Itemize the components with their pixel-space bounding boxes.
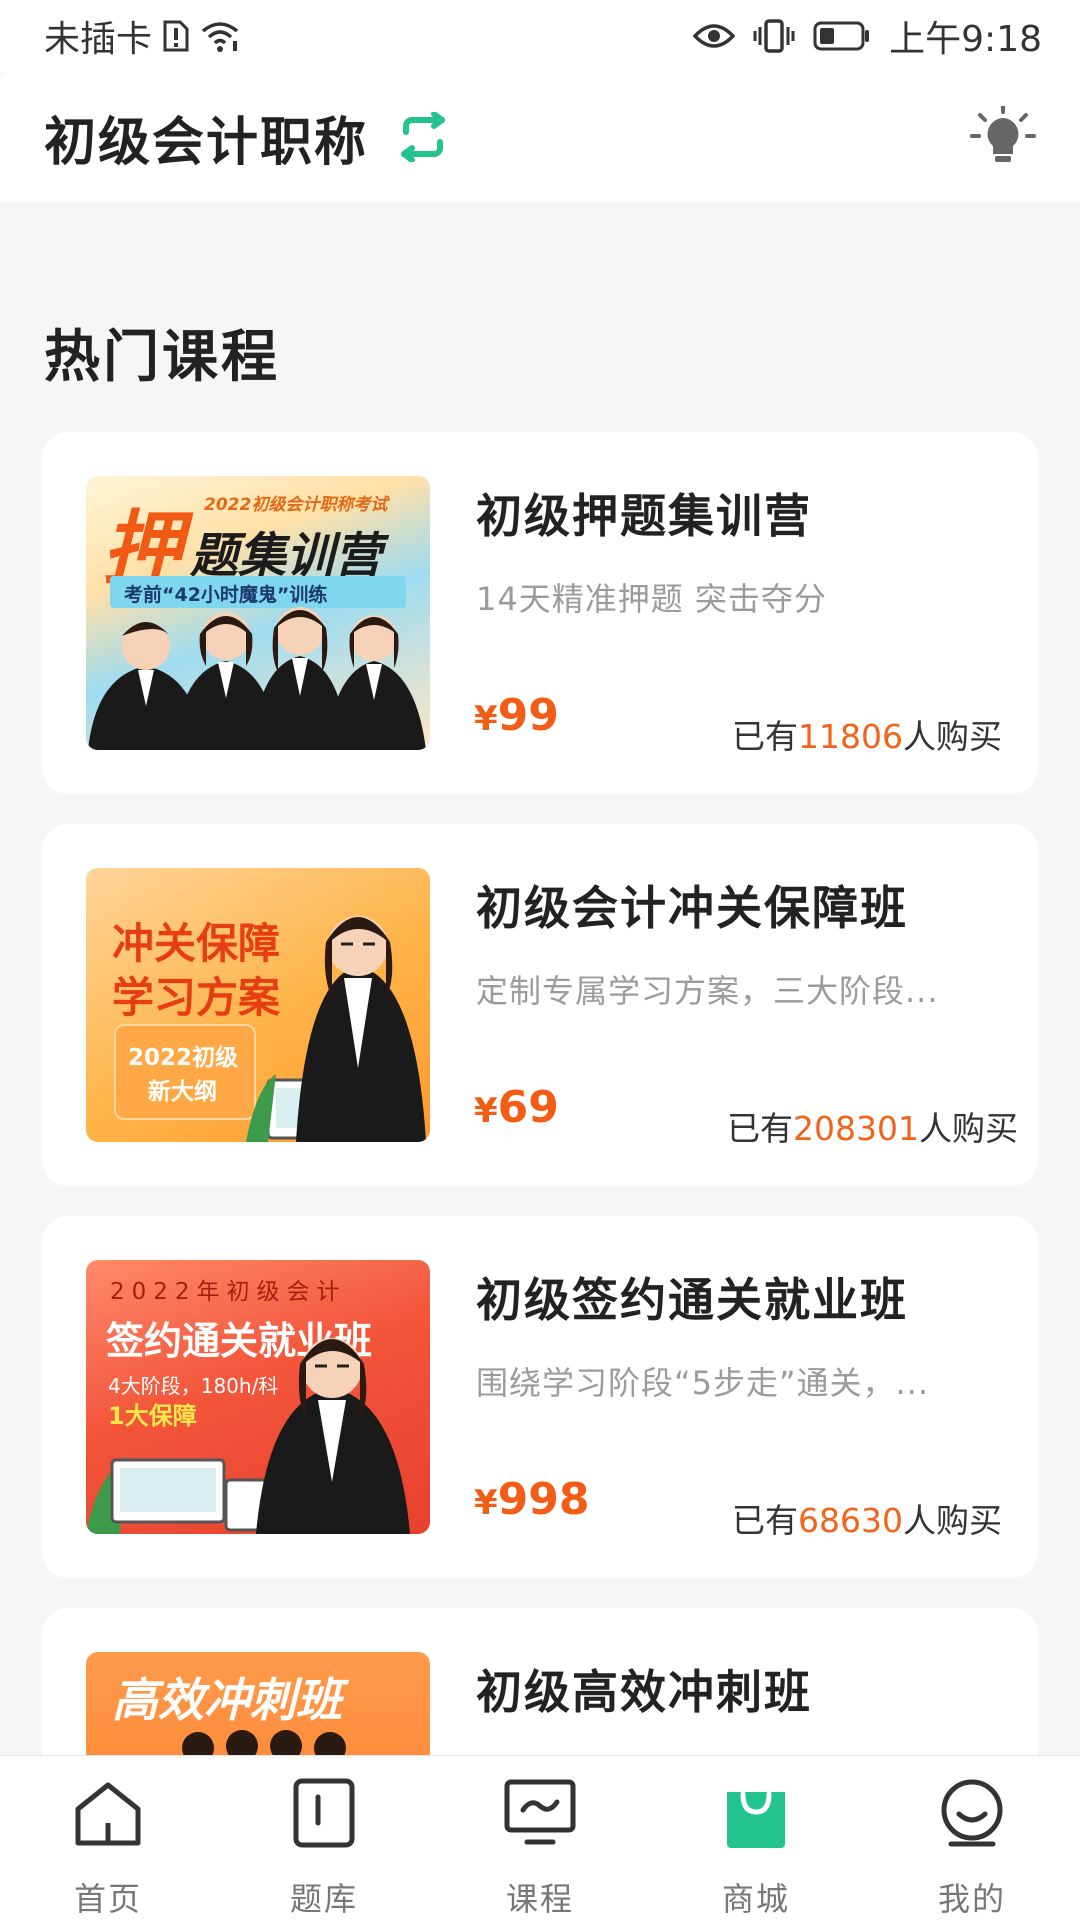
- switch-icon[interactable]: [396, 110, 450, 164]
- price-value: 998: [497, 1474, 590, 1525]
- carrier-label: 未插卡: [44, 19, 153, 60]
- course-thumbnail: 2022初级会计职称考试 押 题集训营 考前“42小时魔鬼”训练: [86, 476, 430, 750]
- sales-prefix: 已有: [732, 1501, 799, 1540]
- course-thumbnail: 2022年初级会计 签约通关就业班 4大阶段，180h/科 1大保障: [86, 1260, 430, 1534]
- course-subtitle: 14天精准押题 突击夺分: [476, 580, 827, 618]
- presenters-illustration: [88, 607, 426, 750]
- tab-courses[interactable]: 课程: [432, 1756, 648, 1920]
- bottom-tab-bar: 首页 题库 课程 商城 我的: [0, 1755, 1080, 1920]
- question-bank-icon: [286, 1776, 362, 1850]
- app-header: 初级会计职称: [0, 72, 1080, 202]
- wifi-icon: [200, 19, 240, 53]
- presenter-illustration: [246, 916, 426, 1142]
- page-title[interactable]: 初级会计职称: [44, 100, 368, 175]
- course-title[interactable]: 初级会计冲关保障班: [476, 872, 908, 938]
- battery-icon: [813, 21, 871, 51]
- course-title[interactable]: 初级高效冲刺班: [476, 1656, 812, 1722]
- course-price: ¥998: [474, 1474, 590, 1525]
- sales-number: 68630: [798, 1501, 903, 1540]
- sales-count: 已有11806人购买: [732, 710, 1002, 758]
- sales-count: 已有208301人购买: [727, 1102, 1018, 1150]
- currency-symbol: ¥: [474, 1091, 498, 1131]
- tab-label: 我的: [937, 1880, 1006, 1918]
- sim-alert-icon: [162, 19, 190, 53]
- lightbulb-icon[interactable]: [970, 104, 1036, 170]
- sales-suffix: 人购买: [919, 1109, 1018, 1148]
- tab-label: 商城: [721, 1880, 790, 1918]
- presenter-illustration: [86, 1338, 410, 1534]
- status-right: 上午9:18: [693, 10, 1042, 62]
- course-title[interactable]: 初级押题集训营: [476, 480, 812, 546]
- course-price: ¥69: [474, 1082, 559, 1133]
- section-title: 热门课程: [44, 325, 280, 390]
- sales-prefix: 已有: [732, 717, 799, 756]
- sales-number: 208301: [793, 1109, 919, 1148]
- course-title[interactable]: 初级签约通关就业班: [476, 1264, 908, 1330]
- course-thumbnail: 高效冲刺班: [86, 1652, 430, 1755]
- course-card[interactable]: 2022年初级会计 签约通关就业班 4大阶段，180h/科 1大保障 初级签约通…: [42, 1216, 1038, 1578]
- vibrate-icon: [753, 19, 795, 53]
- presenters-illustration: [182, 1730, 346, 1755]
- course-card[interactable]: 冲关保障 学习方案 2022初级 新大纲 初级会计冲关保障班 定制专属学习方案，…: [42, 824, 1038, 1186]
- sales-suffix: 人购买: [903, 1501, 1002, 1540]
- currency-symbol: ¥: [474, 1483, 498, 1523]
- shopping-bag-icon: [718, 1776, 794, 1850]
- home-icon: [70, 1776, 146, 1850]
- currency-symbol: ¥: [474, 699, 498, 739]
- tab-question-bank[interactable]: 题库: [216, 1756, 432, 1920]
- tab-label: 课程: [505, 1880, 574, 1918]
- course-thumbnail: 冲关保障 学习方案 2022初级 新大纲: [86, 868, 430, 1142]
- sales-suffix: 人购买: [903, 717, 1002, 756]
- price-value: 69: [497, 1082, 559, 1133]
- tab-mall[interactable]: 商城: [648, 1756, 864, 1920]
- tab-label: 题库: [289, 1880, 358, 1918]
- eye-icon: [693, 22, 736, 50]
- course-price: ¥99: [474, 690, 559, 741]
- status-bar: 未插卡 上午9:18: [0, 0, 1080, 72]
- tab-profile[interactable]: 我的: [864, 1756, 1080, 1920]
- clock: 上午9:18: [889, 19, 1042, 60]
- profile-icon: [934, 1776, 1010, 1850]
- price-value: 99: [497, 690, 559, 741]
- status-left: 未插卡: [44, 10, 240, 62]
- tab-label: 首页: [73, 1880, 142, 1918]
- course-card[interactable]: 2022初级会计职称考试 押 题集训营 考前“42小时魔鬼”训练 初级押题集训营…: [42, 432, 1038, 794]
- app-screen: 未插卡 上午9:18 初级会计职称 热门课程 2022初级会计职称考试 押 题集…: [0, 0, 1080, 1920]
- course-subtitle: 定制专属学习方案，三大阶段...: [476, 972, 939, 1010]
- sales-prefix: 已有: [727, 1109, 794, 1148]
- sales-count: 已有68630人购买: [732, 1494, 1002, 1542]
- tab-home[interactable]: 首页: [0, 1756, 216, 1920]
- course-monitor-icon: [502, 1776, 578, 1850]
- course-card[interactable]: 高效冲刺班 初级高效冲刺班: [42, 1608, 1038, 1755]
- main-content: 热门课程 2022初级会计职称考试 押 题集训营 考前“42小时魔鬼”训练 初级…: [0, 202, 1080, 1755]
- course-subtitle: 围绕学习阶段“5步走”通关，...: [476, 1364, 930, 1402]
- sales-number: 11806: [798, 717, 903, 756]
